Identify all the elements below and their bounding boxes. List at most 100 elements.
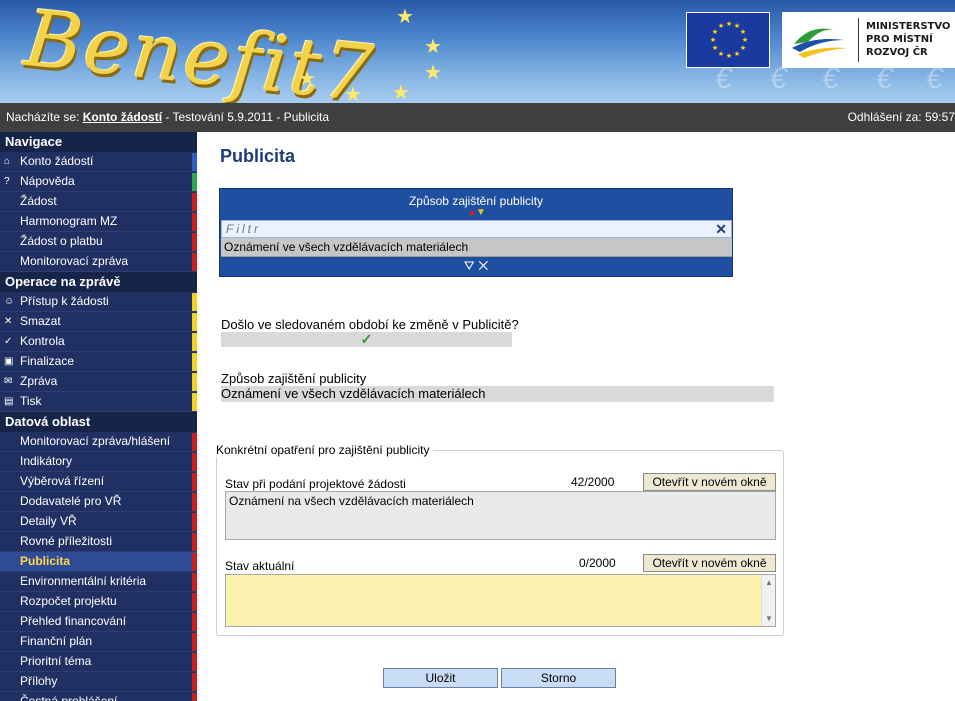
initial-state-label: Stav při podání projektové žádosti [225,477,406,491]
logout-timer: Odhlášení za: 59:57 [847,110,955,124]
svg-text:★: ★ [726,20,732,28]
sidebar-item-label: Zpráva [20,374,58,388]
svg-text:★: ★ [710,36,716,44]
clear-filter-icon[interactable]: ✕ [715,221,727,237]
sidebar-item-label: Harmonogram MZ [20,214,118,228]
close-icon[interactable]: ✕ [478,258,488,273]
ministry-line: ROZVOJ ČR [866,47,928,58]
star-decoration: ★ [396,6,414,28]
svg-text:★: ★ [740,28,746,36]
location-bar: Nacházíte se: Konto žádostí - Testování … [0,103,955,132]
sidebar-item-finalizace[interactable]: ▣ Finalizace [0,352,197,372]
svg-text:★: ★ [734,50,740,58]
print-icon: ▤ [4,396,14,407]
sidebar-item-detaily-vr[interactable]: Detaily VŘ [0,512,197,532]
sidebar-item-label: Čestná prohlášení [20,694,118,701]
sidebar-item-environmentalni-kriteria[interactable]: Environmentální kritéria [0,572,197,592]
sidebar-item-harmonogram-mz[interactable]: Harmonogram MZ [0,212,197,232]
sidebar-item-monitorovaci-zprava-hlaseni[interactable]: Monitorovací zpráva/hlášení [0,432,197,452]
ministry-emblem-icon [792,28,848,58]
star-decoration: ★ [298,68,316,90]
sidebar-item-prioritni-tema[interactable]: Prioritní téma [0,652,197,672]
sidebar-item-financni-plan[interactable]: Finanční plán [0,632,197,652]
check-icon: ✓ [360,331,373,347]
grid-footer: ⛛ ✕ [220,257,732,274]
svg-text:★: ★ [712,44,718,52]
sidebar-item-prehled-financovani[interactable]: Přehled financování [0,612,197,632]
svg-text:★: ★ [718,50,724,58]
sidebar-item-label: Monitorovací zpráva/hlášení [20,434,171,448]
sidebar-item-label: Žádost [20,194,57,208]
page-title: Publicita [220,146,296,166]
publicity-method-value: Oznámení ve všech vzdělávacích materiále… [221,386,774,402]
sidebar-item-label: Dodavatelé pro VŘ [20,494,122,508]
sidebar-item-smazat[interactable]: ✕ Smazat [0,312,197,332]
sidebar-item-label: Environmentální kritéria [20,574,147,588]
sidebar-item-label: Indikátory [20,454,73,468]
sidebar-item-prilohy[interactable]: Přílohy [0,672,197,692]
sidebar: Navigace ⌂ Konto žádostí? Nápověda Žádost Har… [0,132,197,701]
sidebar-item-rozpocet-projektu[interactable]: Rozpočet projektu [0,592,197,612]
sort-icon[interactable]: ▲▼ [220,208,732,218]
sidebar-item-label: Výběrová řízení [20,474,105,488]
delete-icon: ✕ [4,316,13,327]
initial-state-textarea[interactable]: Oznámení na všech vzdělávacích materiále… [225,491,776,540]
measures-fieldset: Konkrétní opatření pro zajištění publici… [216,443,784,636]
help-icon: ? [4,176,10,187]
sidebar-section-title: Datová oblast [0,412,197,432]
sidebar-item-label: Tisk [20,394,42,408]
sidebar-item-label: Přehled financování [20,614,127,628]
sidebar-item-cestna-prohlaseni[interactable]: Čestná prohlášení [0,692,197,701]
open-new-window-button[interactable]: Otevřít v novém okně [643,473,776,491]
textarea-scrollbar[interactable]: ▲ ▼ [761,575,775,626]
sidebar-item-konto-zadosti[interactable]: ⌂ Konto žádostí [0,152,197,172]
sidebar-item-label: Prioritní téma [20,654,92,668]
fieldset-legend: Konkrétní opatření pro zajištění publici… [216,443,434,457]
sidebar-item-rovne-prilezitosti[interactable]: Rovné příležitosti [0,532,197,552]
grid-column-header[interactable]: Způsob zajištění publicity ▲▼ [220,189,732,220]
eu-flag-icon: ★ ★ ★ ★ ★ ★ ★ ★ ★ ★ ★ ★ [686,12,770,68]
ministry-line: MINISTERSTVO [866,21,951,32]
main-content: Publicita Způsob zajištění publicity ▲▼ … [197,132,955,701]
sidebar-item-tisk[interactable]: ▤ Tisk [0,392,197,412]
mail-icon: ✉ [4,376,13,387]
scroll-up-icon[interactable]: ▲ [765,578,773,587]
konto-zadosti-link[interactable]: Konto žádostí [83,110,162,124]
sidebar-item-publicita[interactable]: Publicita [0,552,197,572]
sidebar-item-label: Přílohy [20,674,58,688]
sidebar-section-title: Operace na zprávě [0,272,197,292]
current-state-counter: 0/2000 [579,556,616,570]
open-new-window-button[interactable]: Otevřít v novém okně [643,554,776,572]
scroll-down-icon[interactable]: ▼ [765,614,773,623]
sidebar-item-pristup-k-zadosti[interactable]: ☺ Přístup k žádosti [0,292,197,312]
change-checkbox[interactable]: ✓ [221,332,512,347]
sidebar-item-vyberova-rizeni[interactable]: Výběrová řízení [0,472,197,492]
sidebar-item-zprava[interactable]: ✉ Zpráva [0,372,197,392]
sidebar-item-indikatory[interactable]: Indikátory [0,452,197,472]
sidebar-item-monitorovaci-zprava[interactable]: Monitorovací zpráva [0,252,197,272]
sidebar-item-dodavatele-pro-vr[interactable]: Dodavatelé pro VŘ [0,492,197,512]
sidebar-item-zadost-o-platbu[interactable]: Žádost o platbu [0,232,197,252]
filter-input[interactable] [222,221,702,237]
sidebar-item-label: Rozpočet projektu [20,594,117,608]
filter-icon[interactable]: ⛛ [464,258,475,273]
sidebar-item-label: Konto žádostí [20,154,94,168]
location-path: - Testování 5.9.2011 - Publicita [165,110,330,124]
svg-text:★: ★ [742,36,748,44]
sidebar-item-label: Publicita [20,554,71,568]
current-state-textarea[interactable]: ▲ ▼ [225,574,776,627]
sidebar-item-label: Detaily VŘ [20,514,77,528]
sidebar-item-label: Finanční plán [20,634,93,648]
sidebar-item-label: Rovné příležitosti [20,534,113,548]
sidebar-item-kontrola[interactable]: ✓ Kontrola [0,332,197,352]
cancel-button[interactable]: Storno [501,668,616,688]
sidebar-section-title: Navigace [0,132,197,152]
lock-icon: ▣ [4,356,14,367]
sidebar-item-napoveda[interactable]: ? Nápověda [0,172,197,192]
sidebar-item-label: Finalizace [20,354,75,368]
sidebar-item-zadost[interactable]: Žádost [0,192,197,212]
save-button[interactable]: Uložit [383,668,498,688]
sidebar-item-label: Nápověda [20,174,75,188]
grid-column-label: Způsob zajištění publicity [408,194,544,208]
table-row[interactable]: Oznámení ve všech vzdělávacích materiále… [221,238,732,257]
